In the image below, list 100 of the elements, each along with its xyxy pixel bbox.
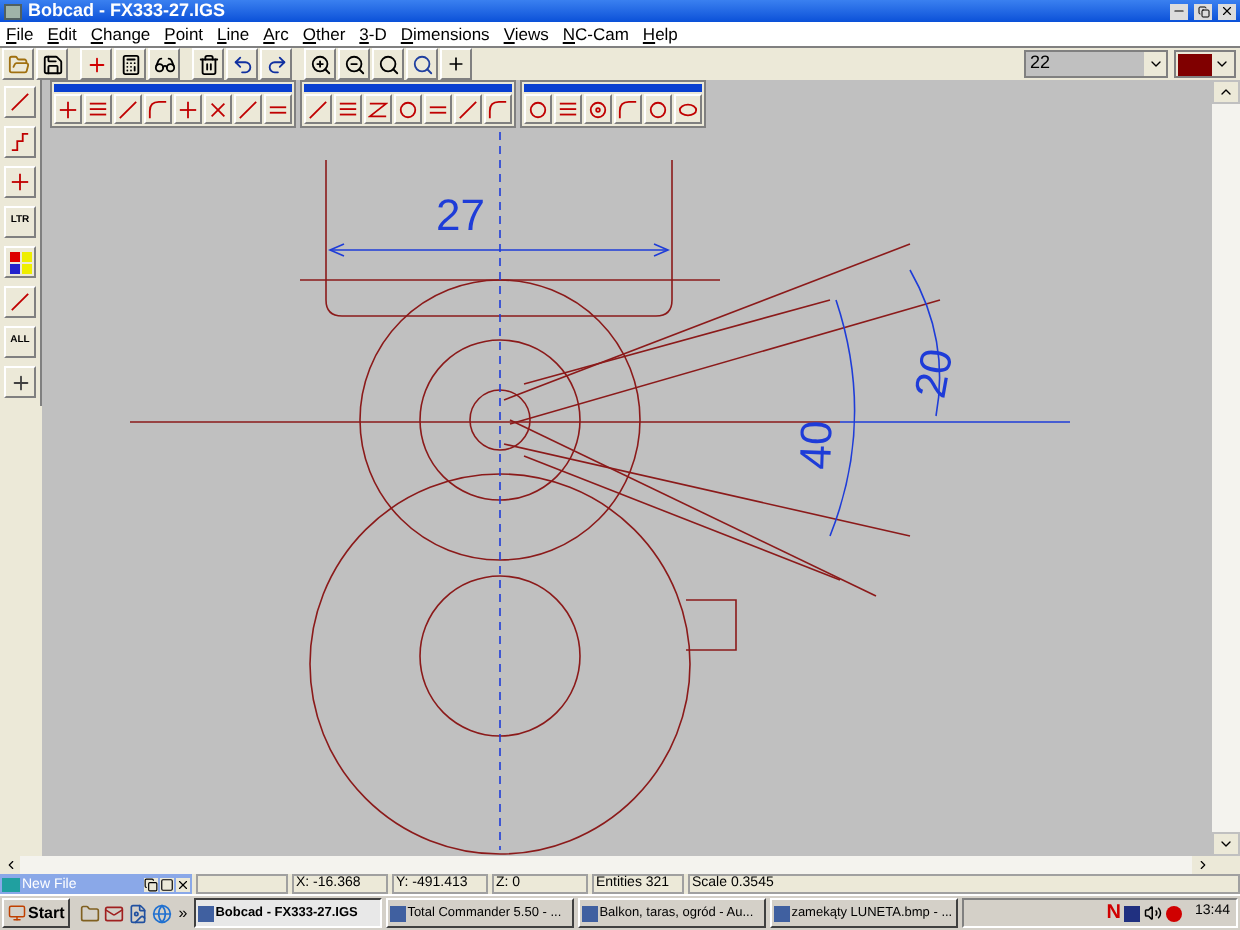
list-icon (88, 99, 108, 119)
crosshair-button[interactable] (80, 48, 112, 80)
window-icon (773, 905, 790, 921)
tool-button[interactable] (54, 94, 82, 124)
scroll-right-icon (1195, 858, 1209, 872)
tool-button[interactable] (554, 94, 582, 124)
horizontal-scrollbar[interactable] (0, 856, 1212, 874)
cross-icon (9, 371, 31, 393)
tray-letter: N (1106, 903, 1121, 923)
image-icon[interactable] (128, 903, 149, 923)
line-button[interactable] (4, 86, 36, 118)
tool-button[interactable] (614, 94, 642, 124)
restore-button[interactable] (1194, 3, 1212, 19)
globe-icon[interactable] (152, 903, 173, 923)
undo-icon (231, 53, 253, 75)
tool-button[interactable] (334, 94, 362, 124)
ellipse-icon (678, 99, 698, 119)
restore-icon[interactable] (144, 877, 158, 891)
maximize-icon[interactable] (160, 877, 174, 891)
dimension-label: 20 (904, 344, 963, 402)
menu-item[interactable]: Help (642, 25, 678, 43)
add-button[interactable] (440, 48, 472, 80)
tool-button[interactable] (424, 94, 452, 124)
zoom-button[interactable] (406, 48, 438, 80)
app-icon (2, 877, 20, 891)
window-icon (197, 905, 214, 921)
menu-item[interactable]: 3-D (359, 25, 387, 43)
color-squares-icon (9, 251, 31, 273)
tool-button[interactable] (264, 94, 292, 124)
colors-button[interactable] (4, 246, 36, 278)
line-button[interactable] (4, 286, 36, 318)
scroll-left-icon (3, 858, 17, 872)
menu-item[interactable]: Edit (47, 25, 77, 43)
dropdown-icon (1147, 56, 1163, 72)
close-icon (1220, 4, 1234, 18)
step-button[interactable] (4, 126, 36, 158)
delete-button[interactable] (192, 48, 224, 80)
tool-button[interactable] (84, 94, 112, 124)
glasses-icon (153, 53, 175, 75)
glasses-button[interactable] (148, 48, 180, 80)
folder-icon[interactable] (80, 903, 101, 923)
crosshair-icon (85, 53, 107, 75)
menu-item[interactable]: NC-Cam (562, 25, 629, 43)
zoom-window-button[interactable] (372, 48, 404, 80)
calculator-button[interactable] (114, 48, 146, 80)
menu-item[interactable]: Point (164, 25, 204, 43)
cross-button[interactable] (4, 366, 36, 398)
menu-item[interactable]: Line (217, 25, 250, 43)
menu-item[interactable]: Change (90, 25, 151, 43)
menu-item[interactable]: Views (503, 25, 549, 43)
drawing-canvas[interactable]: 27 40 20 (42, 80, 1212, 856)
calculator-icon (119, 53, 141, 75)
tool-button[interactable] (114, 94, 142, 124)
redo-button[interactable] (260, 48, 292, 80)
target-icon (588, 99, 608, 119)
menu-item[interactable]: Dimensions (400, 25, 490, 43)
minimize-button[interactable] (1170, 3, 1188, 19)
tool-button[interactable] (484, 94, 512, 124)
tool-button[interactable] (304, 94, 332, 124)
dimension-label: 40 (790, 419, 842, 471)
close-icon[interactable] (176, 877, 190, 891)
menu-item[interactable]: Arc (263, 25, 289, 43)
tool-button[interactable] (204, 94, 232, 124)
tool-button[interactable] (364, 94, 392, 124)
zoom-out-button[interactable] (338, 48, 370, 80)
tool-button[interactable] (144, 94, 172, 124)
minimize-icon (1172, 4, 1186, 18)
tool-button[interactable] (174, 94, 202, 124)
window-icon (389, 905, 406, 921)
zoom-in-button[interactable] (304, 48, 336, 80)
more-button[interactable]: » (176, 901, 190, 925)
layer-combo[interactable]: 22 (1024, 50, 1168, 78)
cross-icon (178, 99, 198, 119)
cross-icon (10, 172, 30, 192)
tool-button[interactable] (674, 94, 702, 124)
scroll-up-icon (1218, 84, 1234, 100)
tool-button[interactable] (394, 94, 422, 124)
open-button[interactable] (2, 48, 34, 80)
close-button[interactable] (1218, 3, 1236, 19)
menu-item[interactable]: Other (302, 25, 346, 43)
tool-button[interactable] (524, 94, 552, 124)
window-title: Bobcad - FX333-27.IGS (28, 2, 228, 20)
tool-button[interactable] (234, 94, 262, 124)
menu-item[interactable]: File (6, 25, 34, 43)
delete-icon (197, 53, 219, 75)
undo-button[interactable] (226, 48, 258, 80)
tool-button[interactable] (454, 94, 482, 124)
save-button[interactable] (36, 48, 68, 80)
save-icon (41, 53, 63, 75)
add-icon (446, 54, 466, 74)
mail-icon[interactable] (104, 903, 125, 923)
tool-button[interactable] (584, 94, 612, 124)
app-icon (4, 3, 22, 19)
start-button[interactable]: Start (2, 898, 71, 928)
tool-button[interactable] (644, 94, 672, 124)
cross-button[interactable] (4, 166, 36, 198)
color-combo[interactable] (1174, 50, 1236, 78)
vertical-scrollbar[interactable] (1212, 80, 1240, 856)
scroll-down-icon (1218, 836, 1234, 852)
zoom-icon (411, 53, 433, 75)
